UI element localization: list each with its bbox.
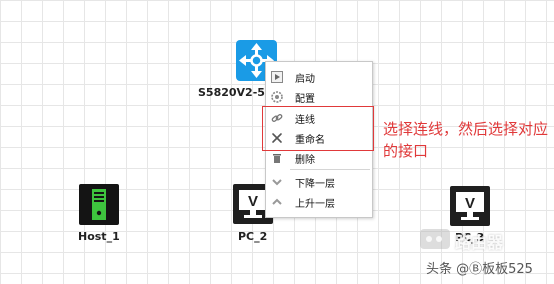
menu-item-label: 下降一层 [295,179,335,190]
chevron-down-icon [271,176,283,188]
menu-item-bring-forward[interactable]: 上升一层 [266,192,372,212]
menu-separator [290,169,370,170]
gear-icon [271,91,283,103]
menu-item-send-backward[interactable]: 下降一层 [266,172,372,192]
menu-item-label: 删除 [295,155,315,166]
svg-text:V: V [248,193,258,210]
highlight-box [262,106,374,151]
annotation-text: 选择连线，然后选择对应的接口 [383,120,549,160]
pc2-label: PC_2 [238,230,268,243]
trash-icon [271,152,283,164]
play-icon [271,71,283,83]
menu-item-config[interactable]: 配置 [266,87,372,107]
chevron-up-icon [271,196,283,208]
watermark-logo-text: 路由器 [455,233,504,252]
monitor-icon: V [456,192,484,220]
menu-item-label: 上升一层 [295,199,335,210]
server-icon [92,189,106,220]
host-node-icon[interactable] [79,184,119,225]
pc3-node-icon[interactable]: V [450,186,490,226]
menu-item-delete[interactable]: 删除 [266,148,372,168]
menu-item-label: 启动 [295,74,315,85]
watermark-text: 头条 @Ⓑ板板525 [426,262,533,277]
host-label: Host_1 [78,230,120,243]
menu-item-label: 配置 [295,94,315,105]
menu-item-start[interactable]: 启动 [266,67,372,87]
svg-text:V: V [465,195,475,212]
